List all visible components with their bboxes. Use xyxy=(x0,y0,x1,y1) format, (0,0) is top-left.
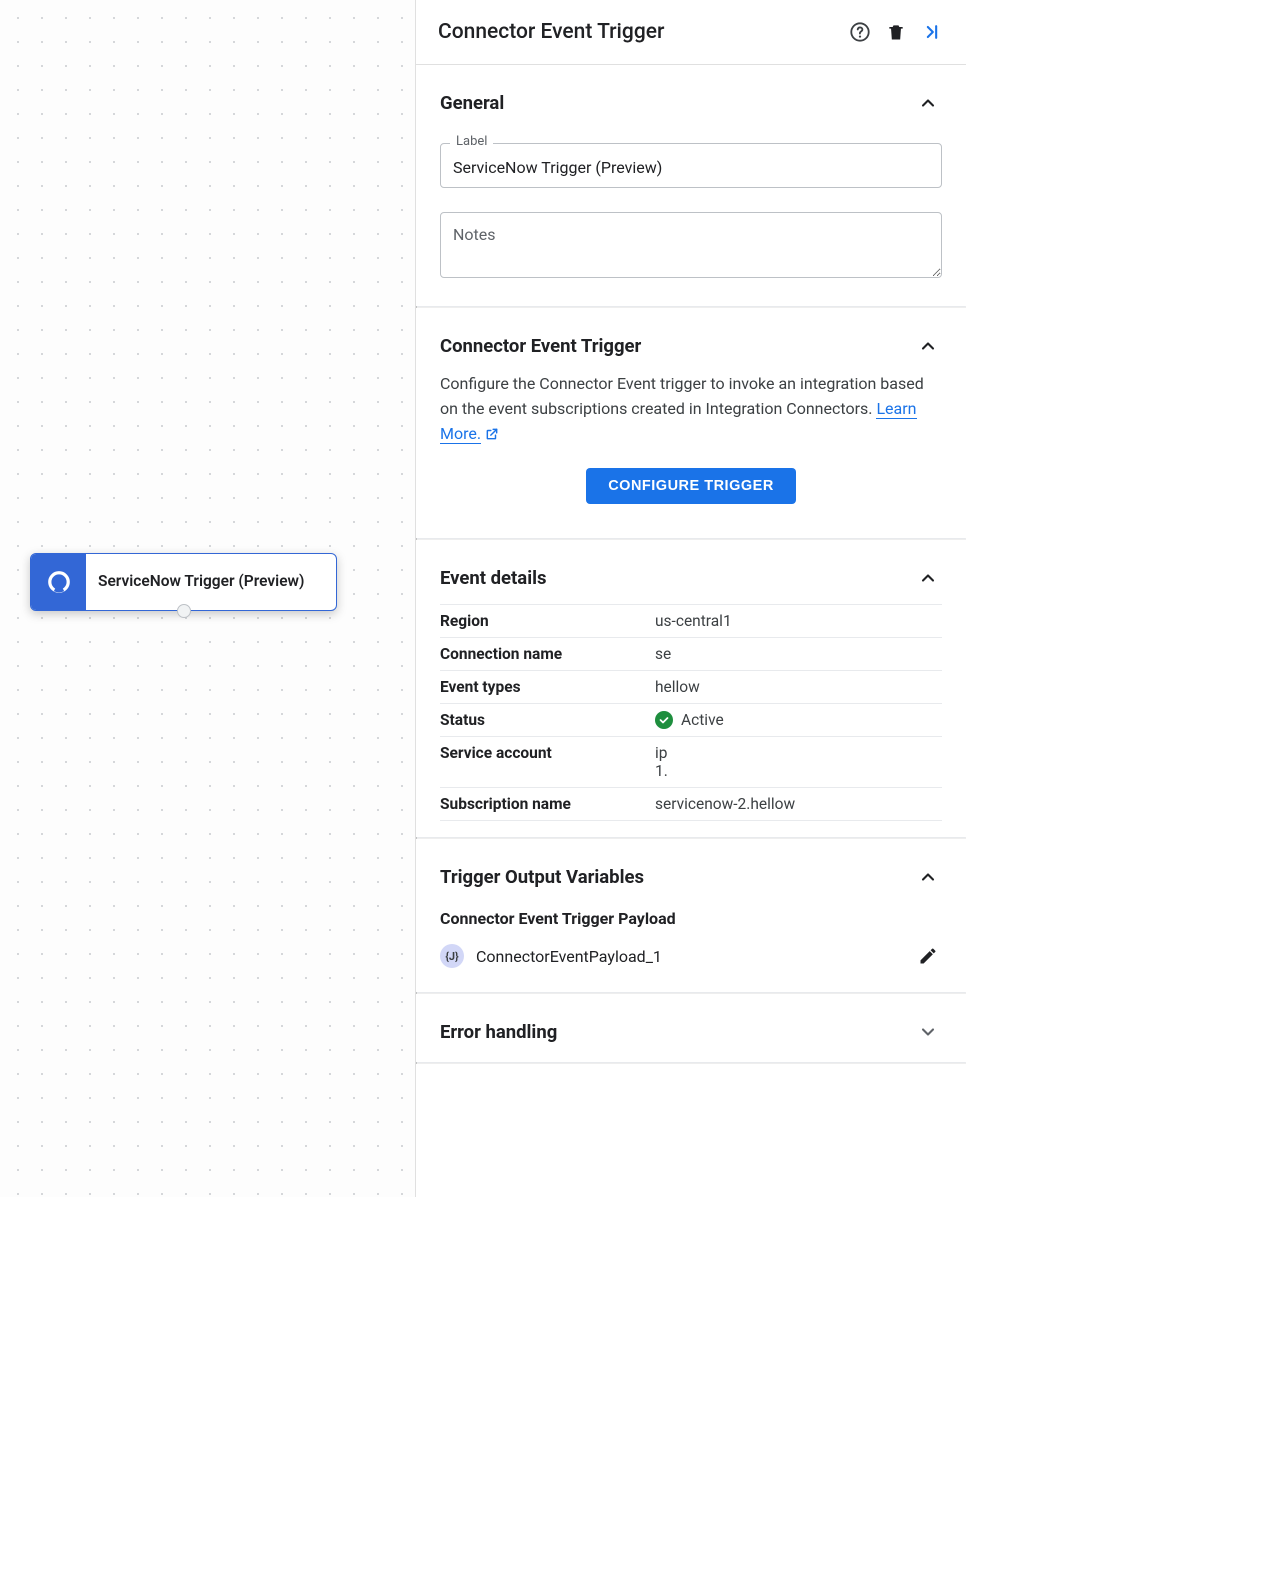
divider xyxy=(416,1062,966,1064)
section-error-handling: Error handling xyxy=(416,994,966,1062)
collapse-event-details-button[interactable] xyxy=(914,564,942,592)
section-connector-event-trigger: Connector Event Trigger Configure the Co… xyxy=(416,308,966,538)
collapse-output-button[interactable] xyxy=(914,863,942,891)
status-active-icon xyxy=(655,711,673,729)
section-error-title: Error handling xyxy=(440,1021,914,1043)
section-general-title: General xyxy=(440,92,914,114)
table-row: Subscription name servicenow-2.hellow xyxy=(440,787,942,821)
label-field-wrap: Label ServiceNow Trigger (Preview) xyxy=(440,143,942,188)
expand-error-button[interactable] xyxy=(914,1018,942,1046)
edit-variable-button[interactable] xyxy=(914,942,942,970)
section-cet-title: Connector Event Trigger xyxy=(440,335,914,357)
panel-title: Connector Event Trigger xyxy=(438,20,842,44)
table-row: Region us-central1 xyxy=(440,604,942,637)
connector-icon xyxy=(31,554,86,610)
section-trigger-output-variables: Trigger Output Variables Connector Event… xyxy=(416,839,966,992)
help-button[interactable] xyxy=(842,14,878,50)
variable-name: ConnectorEventPayload_1 xyxy=(476,947,914,966)
trigger-node-label: ServiceNow Trigger (Preview) xyxy=(86,566,316,597)
table-row: Status Active xyxy=(440,703,942,736)
section-event-details-title: Event details xyxy=(440,567,914,589)
label-input[interactable]: ServiceNow Trigger (Preview) xyxy=(440,143,942,188)
collapse-panel-button[interactable] xyxy=(914,14,950,50)
configure-trigger-button[interactable]: CONFIGURE TRIGGER xyxy=(586,468,796,504)
table-row: Service account ip 1. xyxy=(440,736,942,787)
collapse-cet-button[interactable] xyxy=(914,332,942,360)
label-caption: Label xyxy=(450,134,493,149)
trigger-node[interactable]: ServiceNow Trigger (Preview) xyxy=(30,553,337,611)
section-general: General Label ServiceNow Trigger (Previe… xyxy=(416,65,966,306)
variable-row: {J} ConnectorEventPayload_1 xyxy=(436,938,946,988)
canvas[interactable]: ServiceNow Trigger (Preview) xyxy=(0,0,415,1197)
section-event-details: Event details Region us-central1 Connect… xyxy=(416,540,966,837)
collapse-general-button[interactable] xyxy=(914,89,942,117)
details-panel: Connector Event Trigger General Label Se… xyxy=(415,0,966,1197)
node-output-port[interactable] xyxy=(177,604,191,618)
table-row: Event types hellow xyxy=(440,670,942,703)
section-output-title: Trigger Output Variables xyxy=(440,866,914,888)
status-value: Active xyxy=(655,711,942,729)
payload-title: Connector Event Trigger Payload xyxy=(436,903,946,938)
service-account-value: ip 1. xyxy=(655,744,942,780)
json-icon: {J} xyxy=(440,944,464,968)
cet-description: Configure the Connector Event trigger to… xyxy=(436,372,946,448)
external-link-icon xyxy=(485,424,499,449)
delete-button[interactable] xyxy=(878,14,914,50)
table-row: Connection name se xyxy=(440,637,942,670)
notes-input[interactable] xyxy=(440,212,942,278)
event-details-table: Region us-central1 Connection name se Ev… xyxy=(440,604,942,821)
